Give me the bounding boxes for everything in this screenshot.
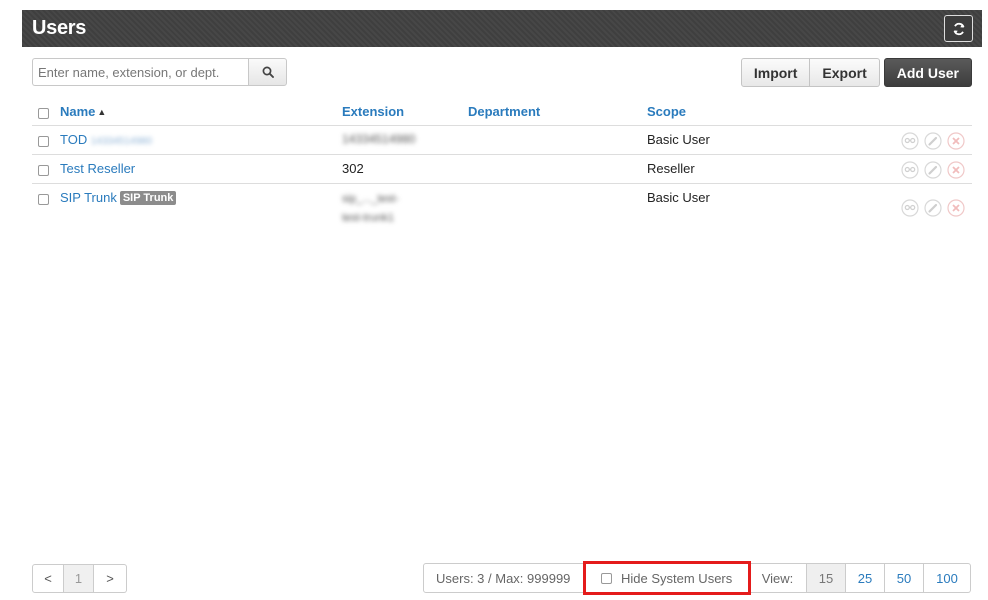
sort-asc-icon: ▲ bbox=[97, 107, 107, 117]
scope-value: Reseller bbox=[647, 161, 695, 176]
extension-value: 14334514980 bbox=[342, 132, 416, 146]
add-user-button[interactable]: Add User bbox=[883, 58, 972, 87]
row-checkbox[interactable] bbox=[38, 194, 49, 205]
edit-icon[interactable] bbox=[923, 160, 943, 180]
table-header: Name ▲ Extension Department Scope bbox=[32, 101, 972, 126]
row-actions bbox=[900, 198, 966, 218]
row-actions bbox=[900, 160, 966, 180]
view-option-15[interactable]: 15 bbox=[807, 563, 846, 593]
select-all-checkbox[interactable] bbox=[38, 108, 49, 119]
scope-value: Basic User bbox=[647, 190, 710, 205]
search-bar bbox=[32, 58, 287, 86]
impersonate-icon[interactable] bbox=[900, 160, 920, 180]
edit-icon[interactable] bbox=[923, 198, 943, 218]
toolbar-actions: Import Export Add User bbox=[740, 58, 972, 87]
search-button[interactable] bbox=[248, 58, 287, 86]
user-name-extra: 14334514980 bbox=[90, 136, 153, 147]
row-checkbox[interactable] bbox=[38, 165, 49, 176]
hide-system-users-label: Hide System Users bbox=[621, 570, 733, 586]
view-option-50[interactable]: 50 bbox=[885, 563, 924, 593]
page-number-button[interactable]: 1 bbox=[64, 564, 94, 593]
refresh-icon bbox=[953, 22, 964, 35]
refresh-button[interactable] bbox=[944, 15, 973, 42]
table-row: TOD 14334514980 14334514980 Basic User bbox=[32, 126, 972, 155]
next-page-button[interactable]: > bbox=[94, 564, 127, 593]
column-header-name[interactable]: Name ▲ bbox=[60, 104, 106, 119]
extension-value: sip_..._test- test-trunk1 bbox=[342, 193, 399, 224]
users-count: Users: 3 / Max: 999999 bbox=[423, 563, 585, 593]
table-row: Test Reseller 302 Reseller bbox=[32, 155, 972, 184]
column-header-scope[interactable]: Scope bbox=[647, 104, 686, 119]
page-title: Users bbox=[32, 17, 87, 39]
status-bar: Users: 3 / Max: 999999 Hide System Users… bbox=[423, 561, 971, 595]
search-input[interactable] bbox=[32, 58, 248, 86]
scope-value: Basic User bbox=[647, 132, 710, 147]
impersonate-icon[interactable] bbox=[900, 198, 920, 218]
column-header-extension[interactable]: Extension bbox=[342, 104, 404, 119]
delete-icon[interactable] bbox=[946, 198, 966, 218]
pagination: < 1 > bbox=[32, 564, 127, 593]
prev-page-button[interactable]: < bbox=[32, 564, 64, 593]
users-table: Name ▲ Extension Department Scope TOD 143… bbox=[32, 101, 972, 228]
page-header: Users bbox=[22, 10, 982, 47]
user-name-link[interactable]: TOD 14334514980 bbox=[60, 132, 152, 147]
extension-value: 302 bbox=[342, 161, 364, 176]
column-header-department[interactable]: Department bbox=[468, 104, 540, 119]
hide-system-users-toggle[interactable]: Hide System Users bbox=[583, 561, 751, 595]
import-button[interactable]: Import bbox=[740, 58, 811, 87]
sip-trunk-badge: SIP Trunk bbox=[119, 191, 177, 205]
impersonate-icon[interactable] bbox=[900, 131, 920, 151]
row-checkbox[interactable] bbox=[38, 136, 49, 147]
hide-system-users-checkbox[interactable] bbox=[601, 572, 612, 584]
user-name-link[interactable]: SIP Trunk SIP Trunk bbox=[60, 190, 177, 206]
user-name-link[interactable]: Test Reseller bbox=[60, 161, 135, 176]
export-button[interactable]: Export bbox=[810, 58, 880, 87]
edit-icon[interactable] bbox=[923, 131, 943, 151]
view-label: View: bbox=[749, 563, 807, 593]
view-option-100[interactable]: 100 bbox=[924, 563, 971, 593]
search-icon bbox=[262, 66, 274, 78]
delete-icon[interactable] bbox=[946, 131, 966, 151]
delete-icon[interactable] bbox=[946, 160, 966, 180]
view-option-25[interactable]: 25 bbox=[846, 563, 885, 593]
table-row: SIP Trunk SIP Trunk sip_..._test- test-tr… bbox=[32, 184, 972, 228]
row-actions bbox=[900, 131, 966, 151]
